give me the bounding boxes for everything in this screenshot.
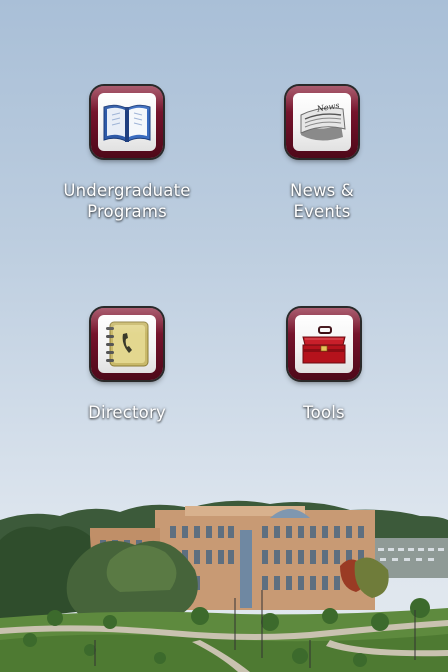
tools-button[interactable]: Tools [234,308,414,423]
toolbox-icon [302,326,346,364]
phone-book-icon [106,321,149,367]
news-events-button[interactable]: News News & Events [232,86,412,222]
news-events-label: News & Events [290,181,354,221]
directory-button[interactable]: Directory [37,308,217,423]
directory-label: Directory [88,403,166,422]
campus-photo [0,500,448,672]
undergraduate-programs-button[interactable]: Undergraduate Programs [37,86,217,222]
directory-icon-frame[interactable] [91,308,163,380]
undergraduate-programs-label: Undergraduate Programs [63,181,191,221]
undergraduate-programs-icon-frame[interactable] [91,86,163,158]
open-book-icon [103,104,151,142]
news-events-icon-frame[interactable]: News [286,86,358,158]
home-screen: Undergraduate Programs News News & Event… [0,0,448,672]
newspaper-icon: News [300,101,346,141]
tools-icon-frame[interactable] [288,308,360,380]
tools-label: Tools [303,403,345,422]
